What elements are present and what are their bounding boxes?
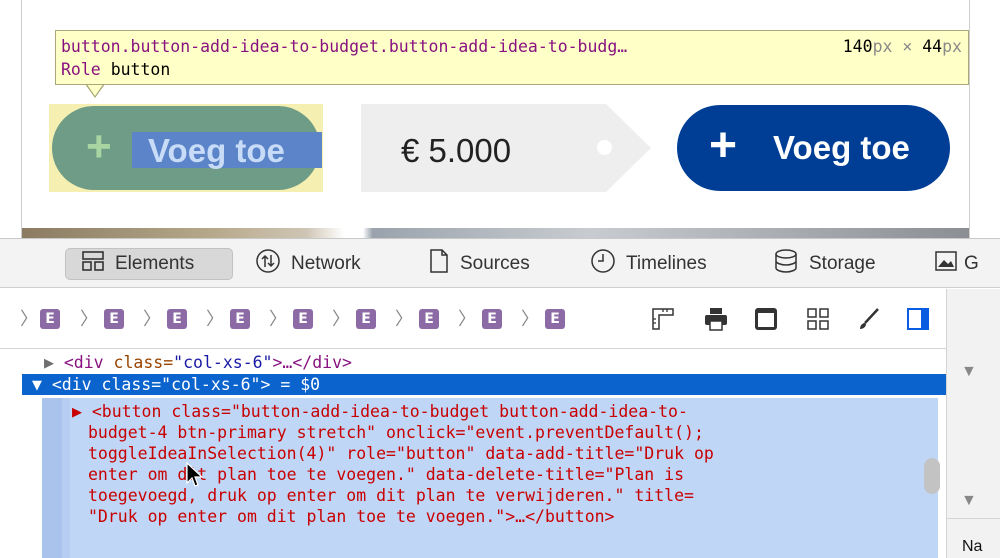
dom-attr-name: class=	[101, 375, 162, 394]
compositing-borders-icon[interactable]	[753, 306, 779, 332]
breadcrumb-element[interactable]: E	[482, 309, 502, 329]
breadcrumb-element[interactable]: E	[167, 309, 187, 329]
tab-label: G	[964, 253, 979, 274]
dom-child-line: "Druk op enter om dit plan toe te voegen…	[88, 507, 615, 526]
breadcrumb-element[interactable]: E	[293, 309, 313, 329]
breadcrumb-element[interactable]: E	[104, 309, 124, 329]
dom-gutter	[42, 398, 62, 558]
dom-tree: ▶ <div class="col-xs-6">…</div> ▼ <div c…	[22, 350, 946, 558]
tooltip-selector-line: button.button-add-idea-to-budget.button-…	[61, 35, 963, 58]
highlighted-button-label: Voeg toe	[148, 132, 285, 169]
page-image-strip	[22, 228, 969, 238]
sources-icon	[428, 248, 450, 280]
rulers-icon[interactable]	[650, 306, 676, 332]
highlighted-add-button[interactable]: + Voeg toe	[49, 104, 323, 192]
tooltip-selector: button.button-add-idea-to-budget.button-…	[61, 37, 628, 56]
chevron-right-icon: 〉	[458, 309, 476, 329]
tab-graphics[interactable]: G	[934, 248, 979, 280]
dom-tag-open: <div	[63, 353, 114, 372]
dom-attr-name: class=	[113, 353, 174, 372]
dom-node-row[interactable]: ▶ <div class="col-xs-6">…</div>	[22, 352, 946, 373]
tooltip-height: 44	[922, 37, 943, 56]
sidebar-section-label: Na	[962, 538, 983, 555]
chevron-right-icon: 〉	[143, 309, 161, 329]
dom-tag-open: <div	[51, 375, 102, 394]
dom-child-line: toegevoegd, druk op enter om dit plan te…	[88, 486, 694, 505]
inspector-tooltip: button.button-add-idea-to-budget.button-…	[55, 30, 969, 85]
devtools-tab-bar: Elements Network Sources Timelines Stora…	[0, 238, 1000, 288]
chevron-right-icon: 〉	[521, 309, 539, 329]
add-idea-button[interactable]: + Voeg toe	[677, 105, 950, 191]
elements-icon	[81, 250, 105, 278]
tab-label: Storage	[809, 253, 876, 274]
plus-icon: +	[709, 119, 738, 172]
add-button-label: Voeg toe	[773, 129, 910, 166]
price-tag-hole	[597, 140, 612, 155]
chevron-right-icon: 〉	[80, 309, 98, 329]
dom-attr-value: "col-xs-6"	[161, 375, 261, 394]
disclosure-arrow-icon[interactable]: ▼	[961, 492, 977, 510]
sidebar-divider	[946, 518, 1000, 519]
disclosure-triangle-icon[interactable]: ▶	[44, 353, 54, 372]
tab-label: Elements	[115, 253, 195, 274]
tooltip-dimensions: 140px × 44px	[843, 35, 962, 58]
chevron-right-icon: 〉	[332, 309, 350, 329]
tab-elements[interactable]: Elements	[65, 248, 233, 280]
tab-sources[interactable]: Sources	[428, 248, 530, 280]
breadcrumb-element[interactable]: E	[230, 309, 250, 329]
tab-storage[interactable]: Storage	[773, 248, 876, 280]
price-label: € 5.000	[401, 132, 512, 169]
sidebar-toggle-icon[interactable]	[905, 306, 931, 332]
breadcrumb-element[interactable]: E	[40, 309, 60, 329]
dom-selected-marker: > = $0	[260, 375, 321, 394]
mouse-cursor-icon	[186, 462, 204, 487]
chevron-right-icon: 〉	[395, 309, 413, 329]
tooltip-role-value: button	[110, 60, 171, 79]
dom-child-line: ▶ <button class="button-add-idea-to-budg…	[72, 402, 688, 421]
tooltip-role-line: Role button	[61, 58, 963, 81]
tab-label: Sources	[460, 253, 530, 274]
plus-icon: +	[86, 122, 112, 171]
scroll-up-arrow-icon[interactable]: ▼	[961, 363, 977, 381]
chevron-right-icon: 〉	[20, 309, 38, 329]
tooltip-width: 140	[842, 37, 873, 56]
breadcrumb-element[interactable]: E	[419, 309, 439, 329]
print-icon[interactable]	[703, 306, 729, 332]
tab-label: Network	[291, 253, 361, 274]
dom-node-row-selected[interactable]: ▼ <div class="col-xs-6"> = $0	[22, 374, 946, 395]
graphics-icon	[934, 250, 958, 278]
tooltip-unit: px	[872, 37, 893, 56]
breadcrumb-element[interactable]: E	[545, 309, 565, 329]
dom-child-line: budget-4 btn-primary stretch" onclick="e…	[88, 423, 704, 442]
page-preview: + Voeg toe € 5.000 + Voeg toe button.but…	[0, 0, 1000, 238]
storage-icon	[773, 248, 799, 280]
highlight-overlay: + Voeg toe	[52, 106, 322, 190]
dom-child-line: toggleIdeaInSelection(4)" role="button" …	[88, 444, 714, 463]
layout-grid-icon[interactable]	[805, 306, 831, 332]
dom-attr-value: "col-xs-6"	[173, 353, 273, 372]
dom-scrollbar-thumb[interactable]	[924, 458, 940, 494]
tab-label: Timelines	[626, 253, 707, 274]
breadcrumb-bar: 〉 E 〉 E 〉 E 〉 E 〉 E 〉 E 〉 E 〉 E 〉 E	[0, 289, 946, 349]
frame-border-left	[21, 0, 22, 238]
paintbrush-icon[interactable]	[856, 306, 882, 332]
tooltip-times: ×	[892, 37, 923, 56]
price-tag: € 5.000	[361, 104, 651, 192]
timelines-icon	[590, 248, 616, 280]
dom-tag-rest: >…</div>	[272, 353, 352, 372]
tooltip-unit: px	[942, 37, 962, 56]
network-icon	[255, 248, 281, 280]
chevron-right-icon: 〉	[269, 309, 287, 329]
breadcrumb-element[interactable]: E	[356, 309, 376, 329]
tab-network[interactable]: Network	[255, 248, 361, 280]
chevron-right-icon: 〉	[206, 309, 224, 329]
tooltip-role-key: Role	[61, 60, 101, 79]
tab-timelines[interactable]: Timelines	[590, 248, 707, 280]
dom-child-line: enter om dit plan toe te voegen." data-d…	[88, 465, 685, 484]
dom-child-highlight[interactable]: ▶ <button class="button-add-idea-to-budg…	[42, 398, 938, 558]
frame-border-right	[969, 0, 970, 238]
disclosure-triangle-icon[interactable]: ▼	[32, 375, 42, 394]
dom-gutter-inner	[62, 398, 70, 558]
